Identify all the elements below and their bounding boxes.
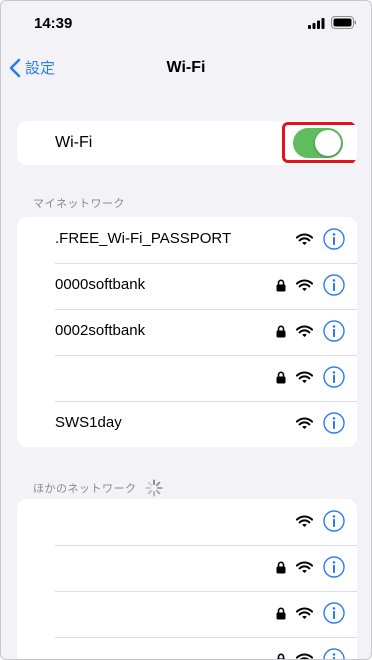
my-networks-header: マイネットワーク xyxy=(33,198,125,210)
other-networks-list xyxy=(17,499,357,660)
loading-spinner-icon xyxy=(145,479,162,497)
wifi-toggle-switch[interactable] xyxy=(293,128,343,158)
info-icon[interactable] xyxy=(323,510,345,532)
network-row-icons xyxy=(276,602,345,624)
network-row-icons xyxy=(276,320,345,342)
wifi-signal-icon xyxy=(296,561,313,573)
other-networks-header: ほかのネットワーク xyxy=(33,479,163,497)
wifi-toggle-card: Wi-Fi xyxy=(17,121,357,165)
network-row[interactable]: 0000softbank xyxy=(17,263,357,309)
cellular-signal-icon xyxy=(308,18,325,29)
lock-icon xyxy=(276,607,286,619)
network-row-icons xyxy=(296,412,345,434)
lock-icon xyxy=(276,279,286,291)
info-icon[interactable] xyxy=(323,228,345,250)
network-name: .FREE_Wi-Fi_PASSPORT xyxy=(55,230,232,247)
toggle-knob xyxy=(315,130,341,156)
battery-icon xyxy=(331,16,356,29)
network-row-icons xyxy=(276,366,345,388)
network-row[interactable] xyxy=(17,499,357,545)
network-row-icons xyxy=(276,274,345,296)
info-icon[interactable] xyxy=(323,320,345,342)
network-name: SWS1day xyxy=(55,414,122,431)
info-icon[interactable] xyxy=(323,366,345,388)
network-row[interactable]: 0002softbank xyxy=(17,309,357,355)
status-time: 14:39 xyxy=(34,15,73,32)
network-row[interactable]: .FREE_Wi-Fi_PASSPORT xyxy=(17,217,357,263)
network-row-icons xyxy=(296,510,345,532)
network-row[interactable] xyxy=(17,637,357,660)
my-networks-list: .FREE_Wi-Fi_PASSPORT 0000softbank 0002soft… xyxy=(17,217,357,447)
lock-icon xyxy=(276,325,286,337)
info-icon[interactable] xyxy=(323,602,345,624)
network-row-icons xyxy=(276,648,345,660)
wifi-signal-icon xyxy=(296,417,313,429)
network-row[interactable] xyxy=(17,355,357,401)
screen: 14:39 設定 Wi-Fi Wi-Fi マイネットワーク .FREE_Wi-F… xyxy=(0,0,372,660)
wifi-signal-icon xyxy=(296,607,313,619)
wifi-signal-icon xyxy=(296,325,313,337)
info-icon[interactable] xyxy=(323,648,345,660)
network-row-icons xyxy=(296,228,345,250)
wifi-label: Wi-Fi xyxy=(55,134,93,151)
wifi-signal-icon xyxy=(296,515,313,527)
wifi-signal-icon xyxy=(296,371,313,383)
wifi-signal-icon xyxy=(296,653,313,659)
lock-icon xyxy=(276,653,286,659)
lock-icon xyxy=(276,561,286,573)
lock-icon xyxy=(276,371,286,383)
info-icon[interactable] xyxy=(323,556,345,578)
navigation-bar: 設定 Wi-Fi xyxy=(1,49,371,89)
info-icon[interactable] xyxy=(323,274,345,296)
network-name: 0002softbank xyxy=(55,322,146,339)
status-bar: 14:39 xyxy=(1,1,371,45)
wifi-signal-icon xyxy=(296,279,313,291)
network-row[interactable] xyxy=(17,545,357,591)
network-row-icons xyxy=(276,556,345,578)
network-name: 0000softbank xyxy=(55,276,146,293)
page-title: Wi-Fi xyxy=(166,59,206,76)
network-row[interactable]: SWS1day xyxy=(17,401,357,447)
info-icon[interactable] xyxy=(323,412,345,434)
other-networks-header-label: ほかのネットワーク xyxy=(33,483,137,495)
wifi-signal-icon xyxy=(296,233,313,245)
network-row[interactable] xyxy=(17,591,357,637)
